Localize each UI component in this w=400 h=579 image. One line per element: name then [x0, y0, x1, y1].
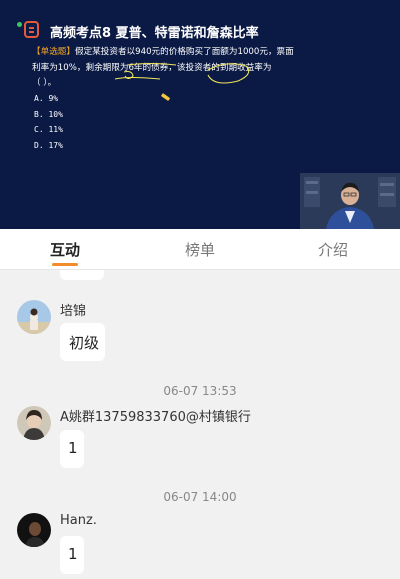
- option-d: D. 17%: [34, 140, 63, 150]
- live-indicator-dot: [17, 22, 22, 27]
- slide-title: 高频考点8 夏普、特雷诺和詹森比率: [50, 26, 259, 41]
- message-timestamp: 06-07 13:53: [163, 384, 237, 398]
- tab-leaderboard[interactable]: 榜单: [160, 239, 240, 260]
- message-bubble: 初级: [60, 323, 105, 361]
- message-text: 1: [68, 545, 78, 563]
- message-bubble: 1: [60, 536, 84, 574]
- teacher-camera-preview: [300, 173, 400, 229]
- option-c: C. 11%: [34, 125, 63, 134]
- message-bubble-partial: [60, 270, 104, 280]
- question-answer-blank: （ ）。: [32, 78, 57, 88]
- document-icon: [24, 21, 39, 38]
- avatar-image: [17, 406, 51, 440]
- message-username: Hanz.: [60, 513, 97, 528]
- avatar[interactable]: [17, 406, 51, 440]
- message-username: 培锦: [60, 304, 87, 319]
- message-timestamp: 06-07 14:00: [163, 490, 237, 504]
- question-text-block: 【单选题】假定某投资者以940元的价格购买了面额为1000元，票面利率为10%，…: [32, 45, 294, 92]
- tab-interaction[interactable]: 互动: [25, 239, 105, 260]
- avatar-image: [17, 513, 51, 547]
- chat-message-list[interactable]: 培锦 初级 06-07 13:53 A姚群13759833760@村镇银行 1 …: [0, 270, 400, 579]
- avatar-image: [17, 300, 51, 334]
- video-player[interactable]: 高频考点8 夏普、特雷诺和詹森比率 【单选题】假定某投资者以940元的价格购买了…: [0, 0, 400, 229]
- teacher-figure: [300, 173, 400, 229]
- option-a: A. 9%: [34, 94, 59, 103]
- question-type-tag: 【单选题】: [32, 47, 75, 57]
- message-text: 初级: [69, 334, 100, 352]
- message-text: 1: [68, 439, 78, 457]
- answer-options: A. 9% B. 10% C. 11% D. 17%: [34, 91, 63, 153]
- avatar[interactable]: [17, 513, 51, 547]
- tab-introduction[interactable]: 介绍: [293, 239, 373, 260]
- message-bubble: 1: [60, 430, 84, 468]
- tab-bar: 互动 榜单 介绍: [0, 229, 400, 270]
- pen-icon: [161, 93, 170, 101]
- active-tab-indicator: [52, 263, 78, 266]
- message-username: A姚群13759833760@村镇银行: [60, 410, 251, 425]
- option-b: B. 10%: [34, 109, 63, 119]
- avatar[interactable]: [17, 300, 51, 334]
